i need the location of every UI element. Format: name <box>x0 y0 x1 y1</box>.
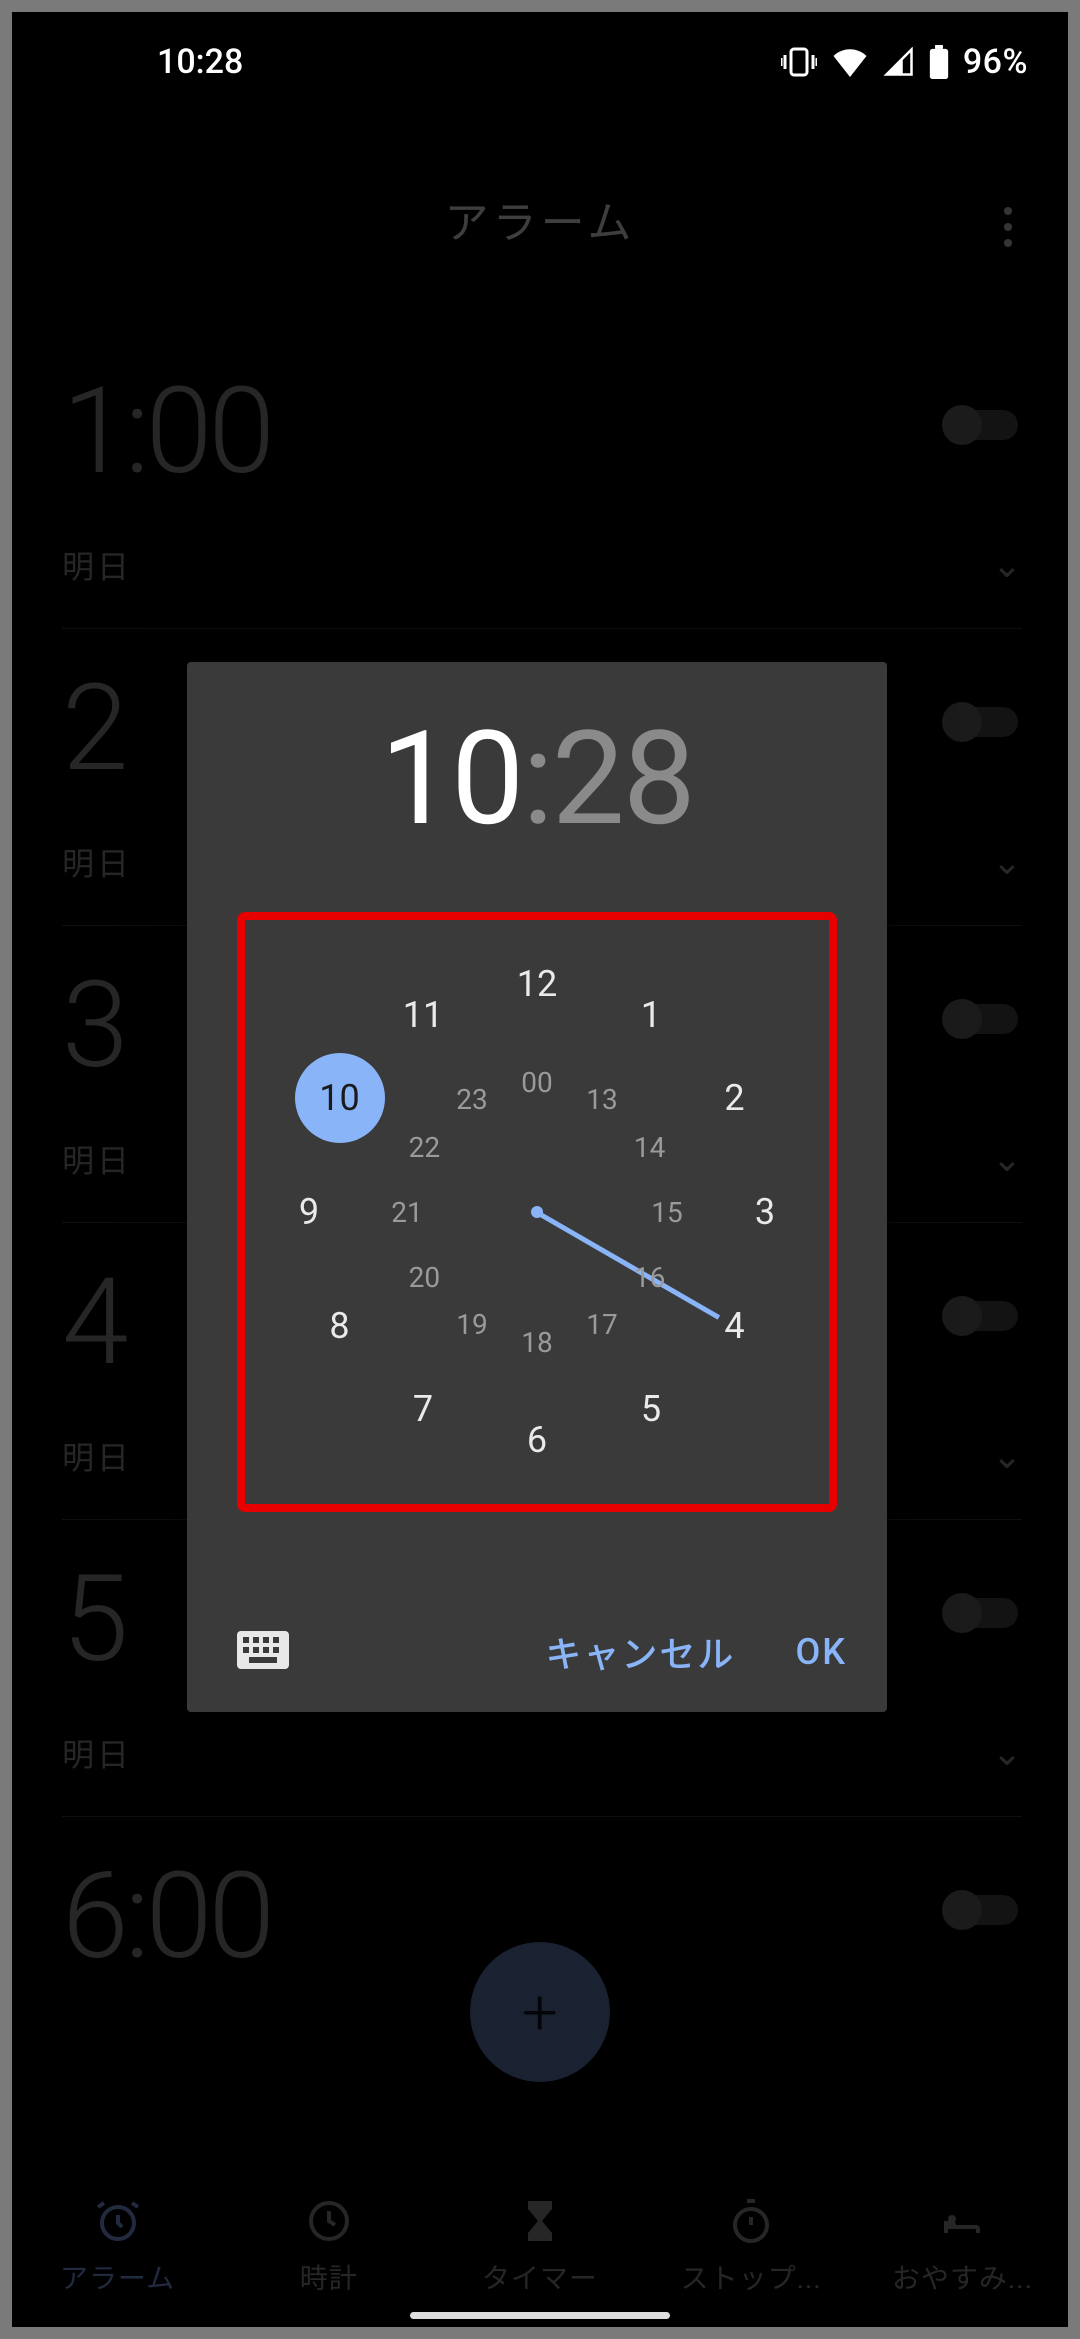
nav-bedtime[interactable]: おやすみ... <box>857 2197 1068 2297</box>
chevron-down-icon[interactable]: ⌄ <box>992 1435 1022 1477</box>
keyboard-input-button[interactable] <box>237 1631 289 1673</box>
clock-hour-selected[interactable]: 10 <box>295 1053 385 1143</box>
clock-hour-inner[interactable]: 00 <box>507 1052 567 1112</box>
wifi-icon <box>831 47 869 77</box>
alarm-subtitle: 明日 <box>62 1136 132 1182</box>
signal-icon <box>883 47 915 77</box>
nav-label: 時計 <box>300 2257 358 2297</box>
alarm-toggle[interactable] <box>942 1293 1022 1339</box>
clock-face[interactable]: 121234567891011001314151617181920212223 <box>267 942 807 1482</box>
stopwatch-icon <box>727 2197 775 2245</box>
chevron-down-icon[interactable]: ⌄ <box>992 1732 1022 1774</box>
hourglass-icon <box>516 2197 564 2245</box>
chevron-down-icon[interactable]: ⌄ <box>992 544 1022 586</box>
clock-center-dot <box>531 1206 543 1218</box>
battery-percent: 96% <box>963 42 1028 82</box>
plus-icon: + <box>522 1975 558 2050</box>
bottom-nav: アラーム 時計 タイマー ストップ... おやすみ... <box>12 2197 1068 2297</box>
bed-icon <box>938 2197 986 2245</box>
clock-hour[interactable]: 12 <box>507 954 567 1014</box>
page-title: アラーム <box>12 187 1068 251</box>
nav-stopwatch[interactable]: ストップ... <box>646 2197 857 2297</box>
dialog-minute[interactable]: 28 <box>552 702 694 855</box>
nav-label: ストップ... <box>681 2257 822 2297</box>
alarm-icon <box>94 2197 142 2245</box>
clock-hour[interactable]: 7 <box>393 1379 453 1439</box>
nav-clock[interactable]: 時計 <box>223 2197 434 2297</box>
nav-alarm[interactable]: アラーム <box>12 2197 223 2297</box>
alarm-toggle[interactable] <box>942 1590 1022 1636</box>
clock-hour-inner[interactable]: 21 <box>377 1182 437 1242</box>
clock-hour[interactable]: 9 <box>279 1182 339 1242</box>
alarm-subtitle: 明日 <box>62 839 132 885</box>
dialog-hour[interactable]: 10 <box>380 702 522 855</box>
nav-label: アラーム <box>60 2257 175 2297</box>
clock-hour[interactable]: 4 <box>704 1296 764 1356</box>
vibrate-icon <box>781 47 817 77</box>
alarm-time: 1:00 <box>62 362 1022 502</box>
clock-hour-inner[interactable]: 18 <box>507 1312 567 1372</box>
alarm-toggle[interactable] <box>942 1887 1022 1933</box>
clock-hour-inner[interactable]: 23 <box>442 1069 502 1129</box>
status-bar: 10:28 96% <box>12 12 1068 112</box>
clock-hour[interactable]: 2 <box>704 1068 764 1128</box>
cancel-button[interactable]: キャンセル <box>545 1626 735 1678</box>
clock-hour[interactable]: 6 <box>507 1410 567 1470</box>
alarm-item[interactable]: 1:00 明日 ⌄ <box>62 332 1022 629</box>
chevron-down-icon[interactable]: ⌄ <box>992 1138 1022 1180</box>
clock-hour[interactable]: 1 <box>621 985 681 1045</box>
clock-hour[interactable]: 8 <box>310 1296 370 1356</box>
dialog-time-display: 10:28 <box>187 702 887 855</box>
clock-hour-inner[interactable]: 20 <box>394 1247 454 1307</box>
alarm-toggle[interactable] <box>942 996 1022 1042</box>
alarm-toggle[interactable] <box>942 699 1022 745</box>
ok-button[interactable]: OK <box>795 1631 847 1673</box>
clock-face-highlight: 121234567891011001314151617181920212223 <box>237 912 837 1512</box>
alarm-subtitle: 明日 <box>62 1433 132 1479</box>
clock-hour-inner[interactable]: 15 <box>637 1182 697 1242</box>
alarm-subtitle: 明日 <box>62 542 132 588</box>
status-time: 10:28 <box>157 42 243 82</box>
add-alarm-button[interactable]: + <box>470 1942 610 2082</box>
keyboard-icon <box>237 1631 289 1669</box>
clock-hour[interactable]: 3 <box>735 1182 795 1242</box>
nav-timer[interactable]: タイマー <box>434 2197 645 2297</box>
battery-icon <box>929 45 949 79</box>
clock-hour[interactable]: 11 <box>393 985 453 1045</box>
nav-label: タイマー <box>482 2257 598 2297</box>
clock-hour-inner[interactable]: 17 <box>572 1295 632 1355</box>
alarm-toggle[interactable] <box>942 402 1022 448</box>
home-indicator[interactable] <box>410 2312 670 2319</box>
nav-label: おやすみ... <box>892 2257 1033 2297</box>
time-picker-dialog: 10:28 1212345678910110013141516171819202… <box>187 662 887 1712</box>
clock-icon <box>305 2197 353 2245</box>
alarm-subtitle: 明日 <box>62 1730 132 1776</box>
clock-hour-inner[interactable]: 14 <box>620 1117 680 1177</box>
clock-hour[interactable]: 5 <box>621 1379 681 1439</box>
chevron-down-icon[interactable]: ⌄ <box>992 841 1022 883</box>
more-options-button[interactable] <box>978 197 1038 257</box>
